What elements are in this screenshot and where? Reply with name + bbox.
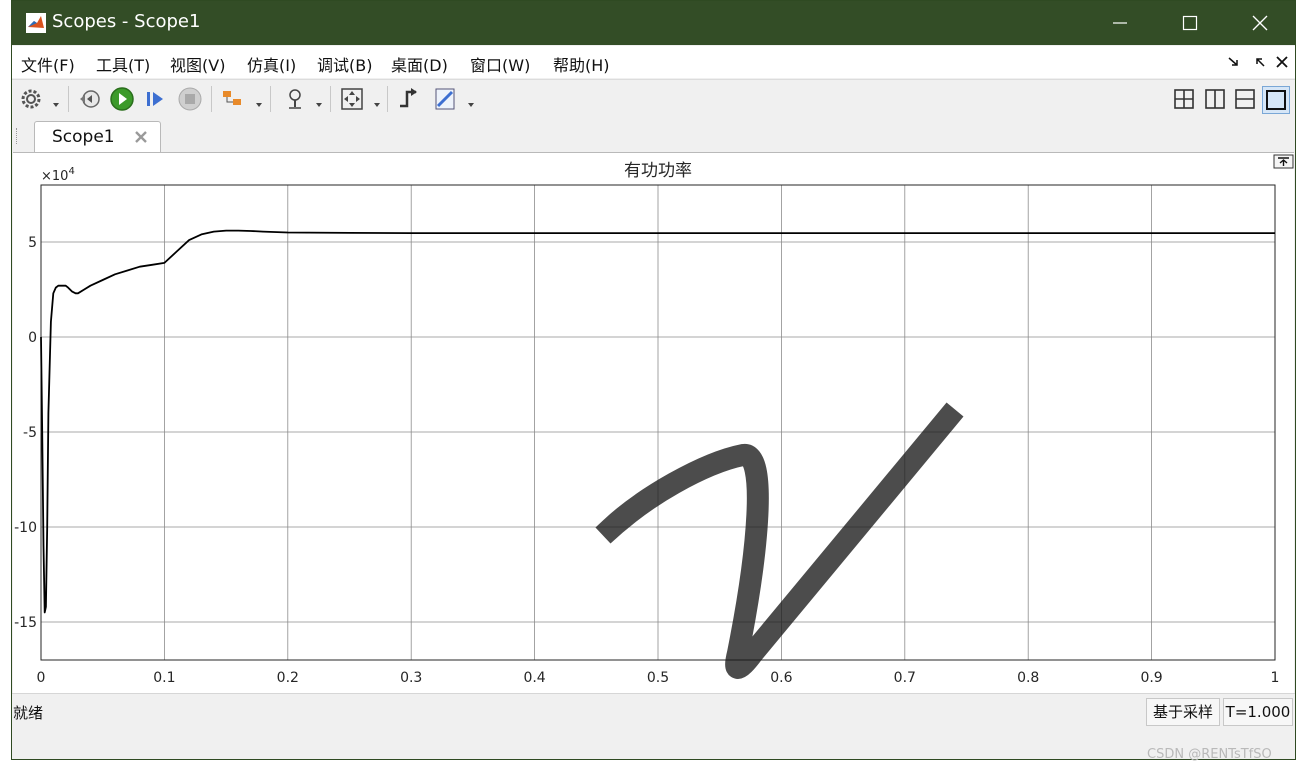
tab-grip [16,128,19,144]
watermark: CSDN @RENTsTfSO [1147,747,1272,762]
maximize-button[interactable] [1167,1,1213,45]
menu-file[interactable]: 文件(F) [21,52,75,76]
y-exponent-label: ×104 [41,166,75,184]
restore-axes-icon[interactable] [1273,154,1294,169]
y-tick-label: 0 [28,330,37,346]
x-tick-label: 0.1 [153,670,175,686]
stop-icon[interactable] [177,86,203,112]
y-tick-label: -5 [23,425,37,441]
run-icon[interactable] [109,86,135,112]
x-tick-label: 0 [37,670,46,686]
step-back-icon[interactable] [76,86,102,112]
toolbar-separator [270,86,271,112]
x-tick-label: 0.6 [770,670,792,686]
x-tick-label: 0.5 [647,670,669,686]
menu-view[interactable]: 视图(V) [170,52,225,76]
close-icon [1252,15,1268,31]
zoom-icon[interactable] [282,86,308,112]
toolbar-separator [387,86,388,112]
menu-bar: 文件(F) 工具(T) 视图(V) 仿真(I) 调试(B) 桌面(D) 窗口(W… [12,46,1295,78]
chevron-down-icon[interactable] [315,94,323,107]
tab-label: Scope1 [52,127,115,147]
chevron-down-icon[interactable] [52,94,60,107]
status-text: 就绪 [13,704,44,722]
menu-help[interactable]: 帮助(H) [553,52,610,76]
toolbar-separator [68,86,69,112]
plot-canvas[interactable]: 0 0.1 0.2 0.3 0.4 0.5 0.6 0.7 0.8 0.9 150-5-10-15 … [13,153,1294,693]
trigger-icon[interactable] [396,86,422,112]
tick-labels: 0 0.1 0.2 0.3 0.4 0.5 0.6 0.7 0.8 0.9 1 5 0 -5 -10 -15 [14,235,1279,686]
plot-title: 有功功率 [624,161,692,181]
chevron-down-icon[interactable] [467,94,475,107]
x-tick-label: 0.3 [400,670,422,686]
x-tick-label: 0.8 [1017,670,1039,686]
close-tab-icon[interactable] [133,129,149,145]
scope-window: Scopes - Scope1 文件(F) 工具(T) 视图(V) 仿真(I) … [11,0,1296,760]
step-forward-icon[interactable] [143,86,169,112]
undock-icon[interactable] [1226,54,1242,70]
signal-select-icon[interactable] [220,86,246,112]
title-bar[interactable]: Scopes - Scope1 [12,1,1295,45]
x-tick-label: 0.2 [277,670,299,686]
toolbar-separator [211,86,212,112]
autoscale-icon[interactable] [339,86,365,112]
close-button[interactable] [1237,1,1283,45]
toolbar-separator [330,86,331,112]
layout-single-icon[interactable] [1262,86,1290,114]
maximize-icon [1182,15,1198,31]
grid [41,185,1275,660]
menu-window[interactable]: 窗口(W) [470,52,530,76]
tab-strip: Scope1 [12,120,1295,152]
x-tick-label: 1 [1271,670,1280,686]
time-indicator: T=1.000 [1223,698,1293,726]
close-panel-icon[interactable] [1274,54,1290,70]
status-bar: 就绪 基于采样 T=1.000 [12,693,1295,728]
gear-icon[interactable] [18,86,44,112]
x-tick-label: 0.7 [894,670,916,686]
x-tick-label: 0.4 [523,670,545,686]
minimize-button[interactable] [1097,1,1143,45]
sample-mode-indicator: 基于采样 [1146,698,1220,726]
chevron-down-icon[interactable] [255,94,263,107]
minimize-icon [1113,22,1127,24]
layout-rows-icon[interactable] [1234,86,1256,112]
tab-scope1[interactable]: Scope1 [34,121,161,152]
scope-display[interactable]: 0 0.1 0.2 0.3 0.4 0.5 0.6 0.7 0.8 0.9 1 5 0 -5 -10 -15 … [13,152,1294,693]
toolbar [12,79,1295,121]
y-tick-label: -10 [14,520,37,536]
handwritten-mark [595,402,964,679]
chevron-down-icon[interactable] [373,94,381,107]
matlab-logo-icon [26,13,46,33]
layout-grid-icon[interactable] [1173,86,1195,112]
window-title: Scopes - Scope1 [52,11,201,32]
y-tick-label: -15 [14,615,37,631]
menu-desktop[interactable]: 桌面(D) [391,52,448,76]
menu-tools[interactable]: 工具(T) [96,52,150,76]
y-tick-label: 5 [28,235,37,251]
layout-columns-icon[interactable] [1204,86,1226,112]
measure-icon[interactable] [432,86,458,112]
menu-debug[interactable]: 调试(B) [317,52,372,76]
x-tick-label: 0.9 [1140,670,1162,686]
menu-simulation[interactable]: 仿真(I) [247,52,296,76]
dock-icon[interactable] [1252,54,1268,70]
